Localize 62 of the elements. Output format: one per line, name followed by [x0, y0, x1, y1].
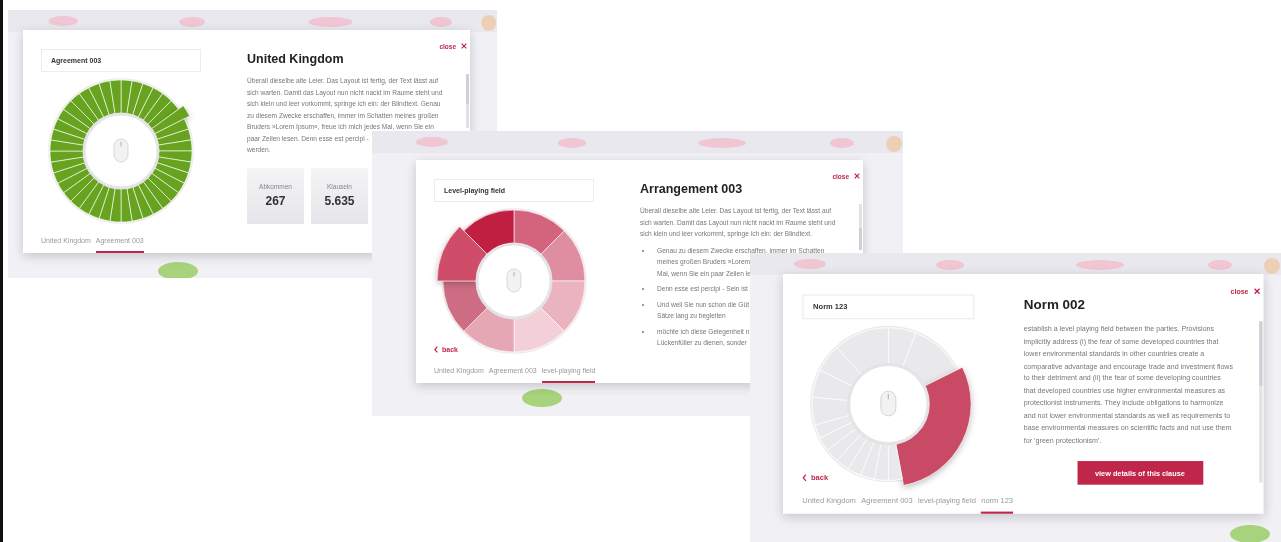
wheel-segment[interactable] [109, 79, 122, 115]
wheel-segment[interactable] [895, 366, 972, 486]
scrollbar-thumb[interactable] [1259, 321, 1263, 386]
wheel-segment[interactable] [888, 442, 903, 481]
dialog-title: Arrangement 003 [640, 182, 744, 196]
scrollbar[interactable] [1259, 321, 1263, 483]
scrollbar[interactable] [466, 74, 469, 128]
wheel-segment[interactable] [463, 209, 515, 256]
scrollbar-thumb[interactable] [466, 74, 469, 104]
wheel-segment[interactable] [53, 118, 89, 140]
wheel-segment[interactable] [98, 80, 116, 117]
wheel-segment[interactable] [50, 156, 87, 174]
mouse-icon [113, 138, 129, 163]
wheel-segment[interactable] [132, 83, 154, 119]
dialog-title: United Kingdom [247, 52, 345, 66]
close-icon [461, 43, 467, 49]
wheel-segment[interactable] [539, 230, 586, 282]
wheel-segment[interactable] [442, 280, 489, 332]
wheel-segment[interactable] [126, 80, 144, 117]
wheel-segment[interactable] [57, 167, 92, 194]
wheel-segment[interactable] [150, 167, 185, 194]
wheel-segment[interactable] [153, 162, 189, 184]
wheel-segment[interactable] [109, 187, 122, 223]
wheel-segment[interactable] [70, 176, 100, 209]
mouse-icon [880, 390, 897, 417]
wheel-segment[interactable] [88, 83, 110, 119]
dialog-title: Norm 002 [1023, 297, 1087, 313]
wheel-segment[interactable] [98, 185, 116, 222]
wheel-segment[interactable] [88, 183, 110, 219]
wheel-segment[interactable] [153, 118, 189, 140]
blurred-leaf-drawing [1230, 525, 1270, 542]
wheel-segment[interactable] [57, 108, 92, 135]
wheel-segment[interactable] [150, 105, 190, 135]
wheel-segment[interactable] [78, 87, 105, 122]
close-icon [1253, 288, 1261, 295]
chevron-left-icon [434, 346, 438, 353]
blurred-leaf-drawing [158, 262, 198, 278]
stat-value: 267 [265, 194, 286, 208]
wheel-segment[interactable] [49, 139, 85, 152]
wheel-segment[interactable] [53, 162, 89, 184]
wheel-segment[interactable] [155, 156, 192, 174]
chevron-left-icon [802, 473, 807, 482]
wheel-segment[interactable] [146, 172, 179, 202]
wheel-segment[interactable] [132, 183, 154, 219]
scrollbar-thumb[interactable] [859, 228, 862, 250]
wheel-segment[interactable] [463, 306, 515, 353]
wheel-segment[interactable] [436, 226, 489, 282]
close-icon [854, 173, 860, 179]
wheel-segment[interactable] [513, 209, 565, 256]
wheel-segment[interactable] [63, 100, 96, 130]
scrollbar[interactable] [859, 204, 862, 250]
wheel-segment[interactable] [137, 180, 164, 215]
blurred-leaf-drawing [522, 389, 562, 407]
wheel-segment[interactable] [126, 185, 144, 222]
wheel-segment[interactable] [137, 87, 164, 122]
wheel-segment[interactable] [155, 128, 192, 146]
mouse-icon [506, 268, 522, 293]
wheel-segment[interactable] [78, 180, 105, 215]
wheel-segment[interactable] [157, 150, 193, 163]
stat-value: 5.635 [324, 194, 355, 208]
wheel-segment[interactable] [50, 128, 87, 146]
wheel-segment[interactable] [142, 93, 172, 126]
